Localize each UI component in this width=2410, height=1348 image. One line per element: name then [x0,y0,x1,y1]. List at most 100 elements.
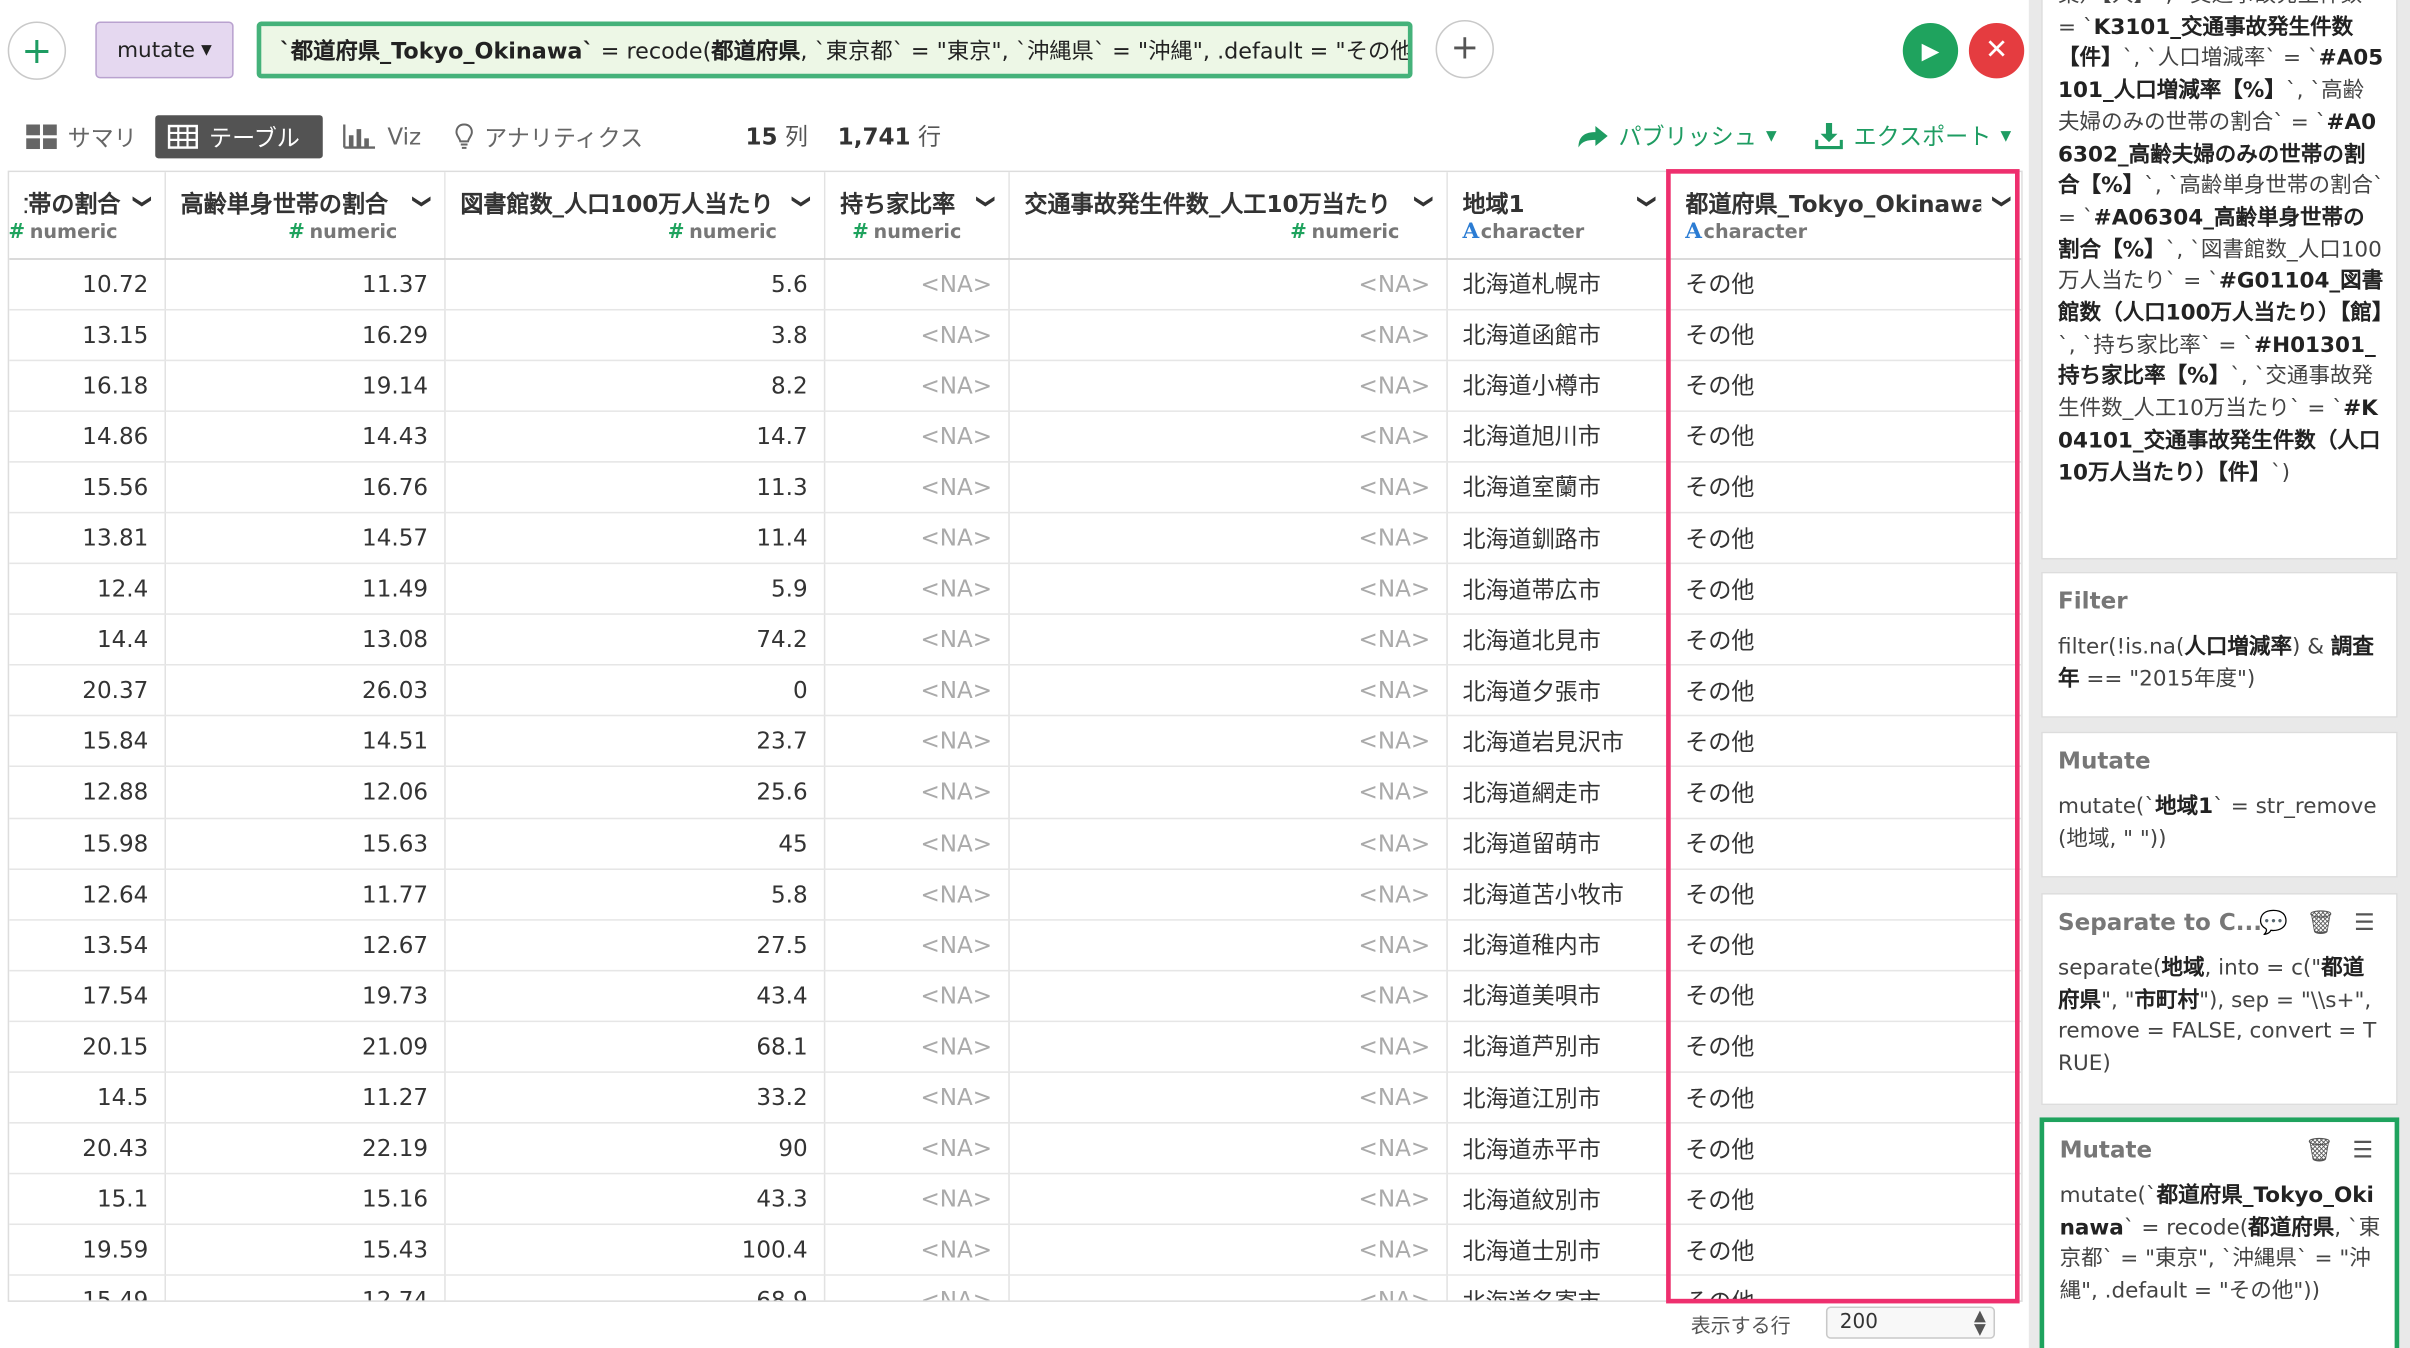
table-cell: 北海道士別市 [1446,1224,1670,1277]
step-actions: 💬 🗑 ☰ [2259,907,2375,939]
table-cell: 27.5 [444,919,825,972]
tab-viz[interactable]: Viz [330,115,433,158]
table-cell: 15.56 [9,461,166,514]
table-cell: その他 [1669,309,2022,361]
table-cell: <NA> [823,817,1010,870]
table-cell: 北海道札幌市 [1446,258,1670,310]
add-step-button[interactable]: + [7,21,67,80]
table-row: 15.56 16.76 11.3 <NA> <NA> 北海道室蘭市 その他 [9,461,2022,514]
tab-viz-label: Viz [387,122,422,151]
run-button[interactable]: ▶ [1902,23,1959,79]
caret-down-icon: ▼ [2000,128,2012,144]
chevron-down-icon[interactable]: ❯ [1638,194,1660,209]
table-cell: <NA> [823,970,1010,1023]
step-title: Filter [2058,587,2128,615]
table-row: 12.4 11.49 5.9 <NA> <NA> 北海道帯広市 その他 [9,563,2022,616]
code-text: , `東京都` = "東京", `沖縄県` = "沖縄", .default =… [800,39,1413,65]
table-cell: 北海道函館市 [1446,309,1670,361]
tab-analytics[interactable]: アナリティクス [443,115,656,158]
tab-table[interactable]: テーブル [155,115,323,159]
table-cell: その他 [1669,665,2022,717]
table-cell: <NA> [823,309,1010,361]
step-actions: 🗑 ☰ [2305,1134,2373,1166]
step-card-separate[interactable]: Separate to C... 💬 🗑 ☰ separate(地域, into… [2041,893,2398,1106]
table-cell: <NA> [1008,461,1448,514]
chevron-down-icon[interactable]: ❯ [977,194,999,209]
table-cell: <NA> [823,766,1010,819]
table-row: 19.59 15.43 100.4 <NA> <NA> 北海道士別市 その他 [9,1224,2022,1277]
code-identifier: 都道府県 [2248,1215,2335,1240]
expression-input[interactable]: `都道府県_Tokyo_Okinawa` = recode(都道府県, `東京都… [256,21,1413,79]
chevron-down-icon[interactable]: ❯ [133,194,155,209]
table-cell: <NA> [1008,1224,1448,1277]
table-cell: その他 [1669,817,2022,870]
column-header[interactable]: 都道府県_Tokyo_Okinawa ❯ Acharacter [1669,172,2022,259]
table-cell: 0 [444,665,825,717]
column-count-value: 15 [745,122,778,151]
table-cell: 北海道芦別市 [1446,1021,1670,1073]
table-cell: 北海道江別市 [1446,1072,1670,1124]
menu-icon[interactable]: ☰ [2352,1134,2373,1166]
tab-summary[interactable]: サマリ [14,115,149,158]
cancel-button[interactable]: ✕ [1968,23,2025,79]
rows-to-show-select[interactable]: 200 ▲ ▼ [1825,1306,1996,1339]
table-cell: 11.77 [164,868,445,921]
column-header[interactable]: 世帯の割合 ❯ #numeric [9,172,166,259]
table-cell: <NA> [1008,970,1448,1023]
table-cell: <NA> [1008,766,1448,819]
column-header[interactable]: 高齢単身世帯の割合 ❯ # numeric [164,172,445,259]
table-cell: 19.73 [164,970,445,1023]
table-cell: 北海道留萌市 [1446,817,1670,870]
plus-icon: + [21,29,53,73]
table-cell: その他 [1669,1122,2022,1175]
table-cell: 北海道名寄市 [1446,1275,1670,1301]
step-card-rename[interactable]: 業）【人】`, `交通事故発生件数` = `K3101_交通事故発生件数【件】`… [2041,0,2398,560]
table-cell: 3.8 [444,309,825,361]
table-row: 15.49 12.74 68.9 <NA> <NA> 北海道名寄市 その他 [9,1275,2022,1301]
table-cell: 北海道苫小牧市 [1446,868,1670,921]
column-type-label: numeric [1311,219,1400,243]
character-type-icon: A [1462,219,1480,245]
menu-icon[interactable]: ☰ [2354,907,2375,939]
table-cell: 20.37 [9,665,166,717]
code-identifier: 市町村 [2134,987,2200,1013]
chevron-down-icon[interactable]: ❯ [792,194,814,209]
trash-icon[interactable]: 🗑 [2306,907,2335,939]
table-cell: その他 [1669,512,2022,565]
table-cell: 25.6 [444,766,825,819]
table-cell: <NA> [1008,1021,1448,1073]
column-type: Acharacter [1462,220,1584,245]
trash-icon[interactable]: 🗑 [2305,1134,2334,1166]
code-text: = recode( [593,39,712,65]
step-card-mutate-region[interactable]: Mutate mutate(`地域1` = str_remove(地域, " "… [2041,731,2398,878]
command-type-dropdown[interactable]: mutate ▼ [95,21,234,79]
table-cell: <NA> [1008,665,1448,717]
chevron-down-icon[interactable]: ❯ [1415,194,1437,209]
add-command-button[interactable]: + [1435,19,1494,79]
column-header[interactable]: 図書館数_人口100万人当たり ❯ # numeric [444,172,825,259]
chevron-down-icon[interactable]: ❯ [1993,194,2015,209]
code-text: separate( [2058,956,2162,981]
export-button[interactable]: エクスポート ▼ [1814,120,2011,152]
data-table: 世帯の割合❯#numeric高齢単身世帯の割合❯#numeric図書館数_人口1… [7,170,2023,1302]
step-card-filter[interactable]: Filter filter(!is.na(人口増減率) & 調査年 == "20… [2041,571,2398,718]
column-header[interactable]: 持ち家比率 ❯ # numeric [823,172,1010,259]
table-cell: 北海道美唄市 [1446,970,1670,1023]
column-header[interactable]: 交通事故発生件数_人工10万当たり ❯ # numeric [1008,172,1448,259]
table-row: 20.37 26.03 0 <NA> <NA> 北海道夕張市 その他 [9,665,2022,717]
comment-icon[interactable]: 💬 [2259,907,2288,939]
chevron-down-icon[interactable]: ❯ [413,194,435,209]
table-cell: 11.49 [164,563,445,616]
column-header[interactable]: 地域1 ❯ Acharacter [1446,172,1670,259]
step-title: Mutate [2059,1135,2153,1164]
step-card-mutate-active[interactable]: Mutate 🗑 ☰ mutate(`都道府県_Tokyo_Okinawa` =… [2039,1117,2400,1348]
table-cell: 11.3 [444,461,825,514]
table-cell: 14.7 [444,410,825,463]
column-type: # numeric [852,220,961,245]
column-type-label: numeric [29,219,118,243]
table-cell: <NA> [823,665,1010,717]
step-body: mutate(`地域1` = str_remove(地域, " ")) [2058,792,2384,856]
column-name: 交通事故発生件数_人工10万当たり [1024,190,1391,219]
table-cell: 5.6 [444,258,825,310]
publish-button[interactable]: パブリッシュ ▼ [1575,120,1777,152]
